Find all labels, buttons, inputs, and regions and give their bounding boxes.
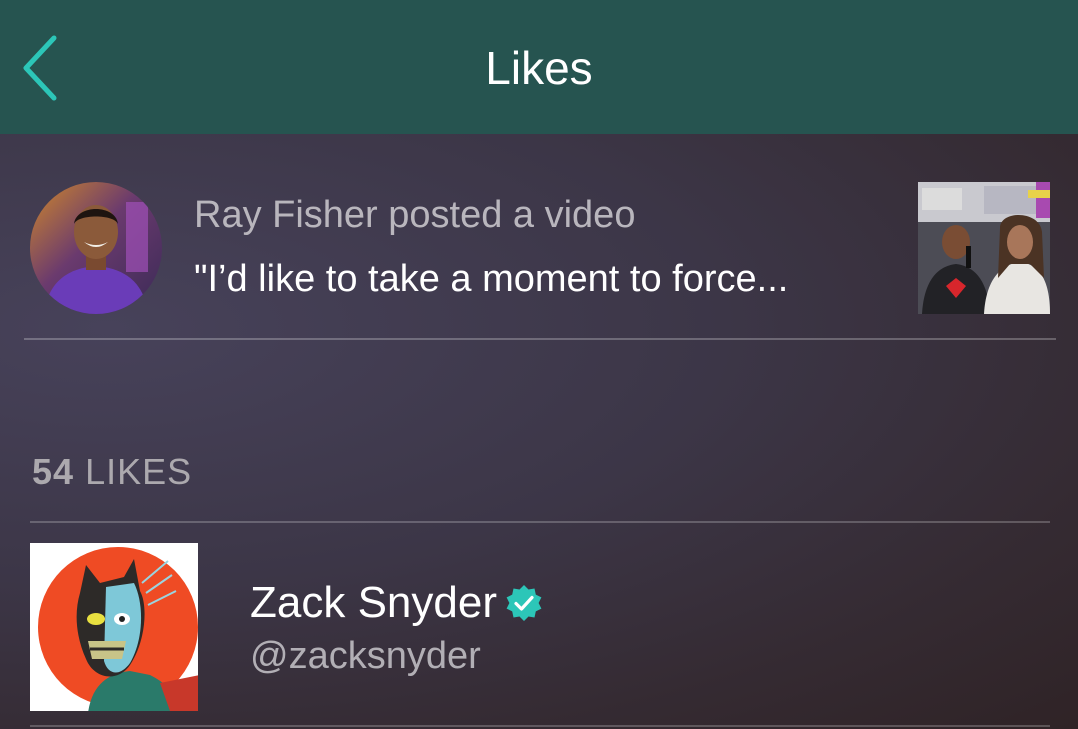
likes-number: 54 xyxy=(32,451,75,492)
user-avatar[interactable] xyxy=(30,543,198,711)
user-list-item[interactable]: Zack Snyder @zacksnyder xyxy=(30,523,1050,727)
post-caption: "I’d like to take a moment to force... xyxy=(194,258,789,300)
likes-label: LIKES xyxy=(85,451,193,492)
verified-check-icon xyxy=(505,584,543,622)
post-summary[interactable]: Ray Fisher posted a video "I’d like to t… xyxy=(24,160,1056,340)
user-name: Zack Snyder xyxy=(250,578,497,627)
post-title: Ray Fisher posted a video xyxy=(194,194,636,236)
video-thumbnail[interactable] xyxy=(918,182,1050,314)
user-name-wrap: Zack Snyder xyxy=(250,575,543,631)
nav-header: Likes xyxy=(0,0,1078,134)
poster-avatar[interactable] xyxy=(30,182,162,314)
likes-count: 54 LIKES xyxy=(32,448,192,496)
user-handle: @zacksnyder xyxy=(250,635,481,677)
page-title: Likes xyxy=(485,42,593,94)
